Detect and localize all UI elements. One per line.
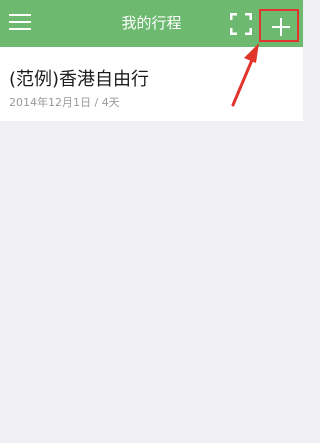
app-header: 我的行程 — [0, 0, 303, 47]
add-button[interactable] — [259, 9, 299, 42]
trip-title: (范例)香港自由行 — [9, 69, 150, 90]
plus-icon — [272, 18, 290, 36]
scan-icon — [230, 13, 252, 35]
page-title: 我的行程 — [121, 14, 182, 32]
menu-button[interactable] — [9, 12, 33, 34]
menu-icon — [9, 14, 31, 30]
trip-meta: 2014年12月1日 / 4天 — [9, 96, 120, 109]
trip-list-item[interactable]: (范例)香港自由行 2014年12月1日 / 4天 — [0, 47, 303, 121]
scan-button[interactable] — [230, 13, 252, 35]
